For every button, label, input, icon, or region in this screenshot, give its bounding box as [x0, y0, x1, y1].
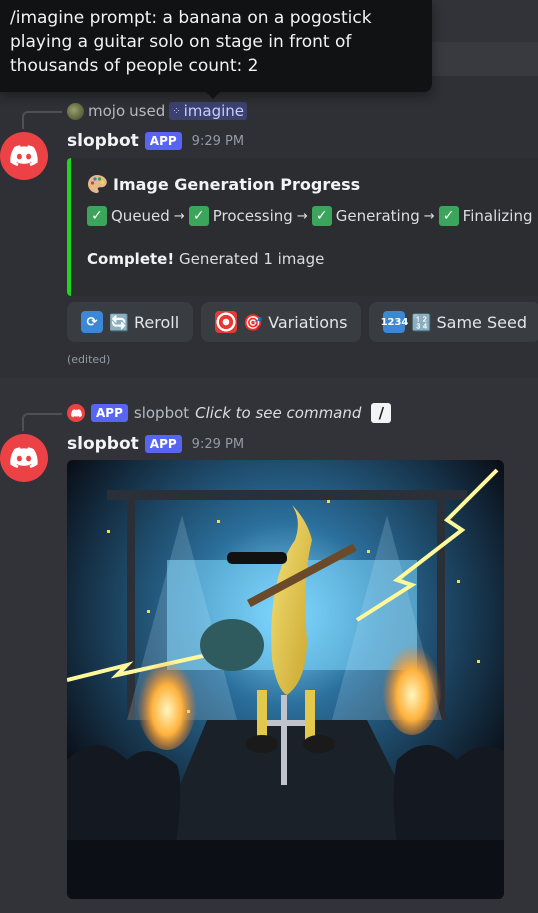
repeat-icon: ⟳ — [81, 311, 103, 333]
check-icon: ✓ — [311, 206, 332, 226]
mini-avatar — [67, 404, 85, 422]
same-seed-label: 🔢 Same Seed — [411, 312, 527, 332]
reply-preview[interactable]: mojo used ⁘ imagine — [67, 100, 248, 122]
discord-logo-icon — [10, 145, 38, 166]
status-text: Generated 1 image — [178, 250, 325, 268]
app-command-icon: ⁘ — [172, 105, 181, 117]
check-icon: ✓ — [438, 206, 459, 226]
mojo-avatar — [67, 102, 84, 120]
target-icon — [215, 311, 238, 333]
timestamp[interactable]: 9:29 PM — [192, 437, 244, 452]
reply-user[interactable]: slopbot — [134, 404, 189, 422]
avatar[interactable] — [0, 132, 48, 180]
command-name: imagine — [183, 102, 245, 120]
variations-label: 🎯 Variations — [243, 312, 348, 332]
action-buttons: ⟳ 🔄 Reroll 🎯 Variations 1234 🔢 Same Seed — [67, 302, 538, 342]
progress-steps: ✓ Queued → ✓ Processing → ✓ Generating →… — [87, 206, 538, 226]
step-label: Finalizing — [462, 207, 533, 225]
reply-connector — [22, 111, 62, 129]
username[interactable]: slopbot — [67, 434, 139, 454]
command-mention[interactable]: ⁘ imagine — [169, 102, 248, 120]
message-header: slopbot APP 9:29 PM — [67, 130, 244, 152]
step-label: Processing — [212, 207, 293, 225]
step-label: Queued — [111, 207, 170, 225]
toolbar-strip — [432, 42, 538, 76]
avatar[interactable] — [0, 434, 48, 482]
app-badge: APP — [91, 404, 128, 422]
edited-label: (edited) — [67, 353, 111, 366]
numbers-icon: 1234 — [381, 311, 408, 333]
status-line: Complete! Generated 1 image — [87, 250, 538, 268]
arrow-right-icon: → — [296, 208, 308, 224]
embed-title: Image Generation Progress — [87, 174, 538, 194]
reroll-label: 🔄 Reroll — [109, 312, 180, 332]
timestamp[interactable]: 9:29 PM — [192, 134, 244, 149]
app-badge: APP — [144, 435, 182, 453]
discord-logo-icon — [70, 408, 82, 417]
message-header: slopbot APP 9:29 PM — [67, 433, 244, 455]
arrow-right-icon: → — [173, 208, 185, 224]
step-label: Generating — [335, 207, 420, 225]
command-reply-preview[interactable]: APP slopbot Click to see command / — [67, 402, 392, 424]
arrow-right-icon: → — [423, 208, 435, 224]
check-icon: ✓ — [188, 206, 209, 226]
same-seed-button[interactable]: 1234 🔢 Same Seed — [369, 302, 538, 342]
palette-icon — [88, 175, 107, 193]
reply-user[interactable]: mojo — [88, 102, 125, 120]
app-badge: APP — [144, 132, 182, 150]
slash-command-icon: / — [371, 403, 392, 423]
banana-guitar-image — [67, 460, 504, 899]
discord-logo-icon — [10, 447, 38, 468]
variations-button[interactable]: 🎯 Variations — [201, 302, 362, 342]
tooltip-arrow — [206, 92, 220, 99]
username[interactable]: slopbot — [67, 131, 139, 151]
command-tooltip: /imagine prompt: a banana on a pogostick… — [0, 0, 432, 92]
check-icon: ✓ — [87, 206, 107, 226]
progress-embed: Image Generation Progress ✓ Queued → ✓ P… — [67, 158, 538, 296]
reply-connector — [22, 413, 62, 431]
reroll-button[interactable]: ⟳ 🔄 Reroll — [67, 302, 194, 342]
tooltip-text: /imagine prompt: a banana on a pogostick… — [10, 8, 372, 76]
generated-image[interactable] — [67, 460, 504, 899]
embed-title-text: Image Generation Progress — [113, 174, 361, 194]
status-bold: Complete! — [87, 250, 175, 268]
click-to-see-command[interactable]: Click to see command — [195, 404, 361, 422]
reply-action: used — [129, 102, 166, 120]
